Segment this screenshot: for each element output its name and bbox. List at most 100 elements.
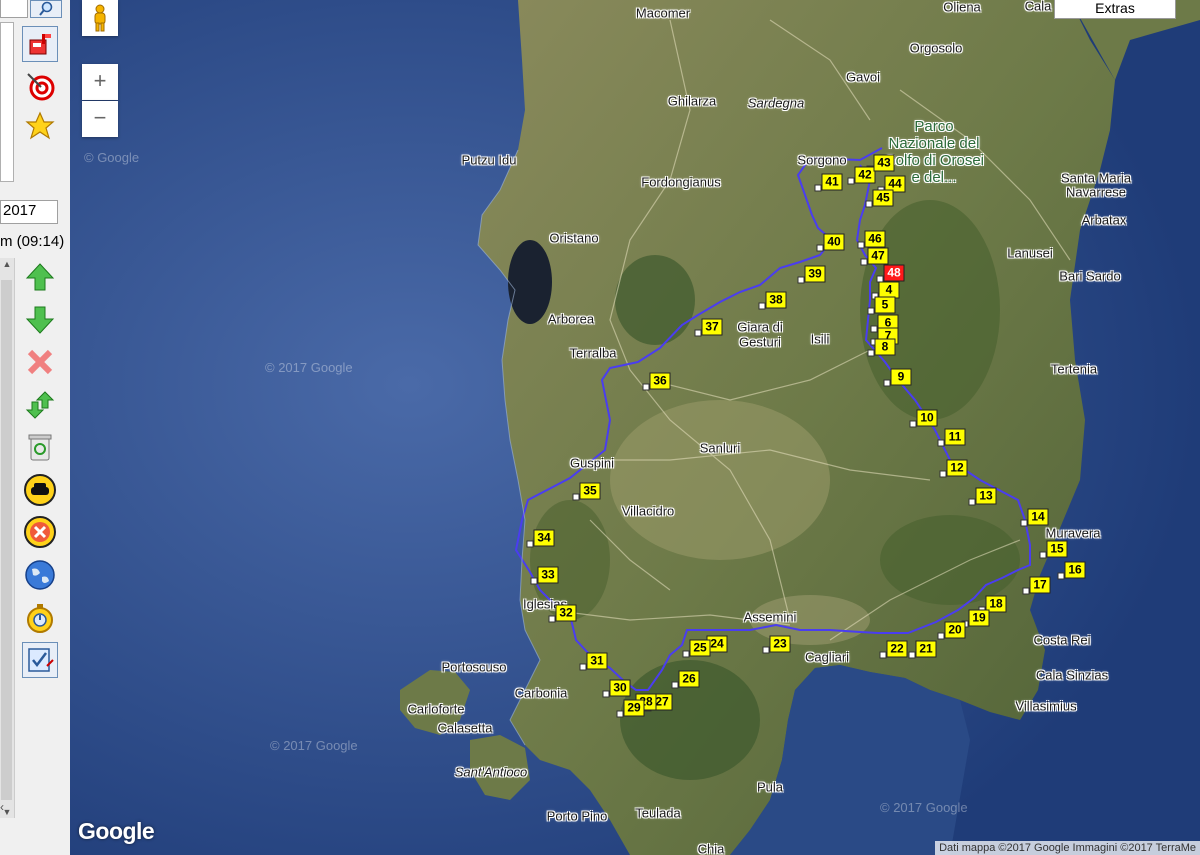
route-marker[interactable]: 38 [765, 291, 787, 309]
route-marker[interactable]: 39 [804, 265, 826, 283]
route-waypoint[interactable] [1057, 572, 1065, 580]
route-marker[interactable]: 8 [874, 338, 896, 356]
route-marker[interactable]: 17 [1029, 576, 1051, 594]
route-waypoint[interactable] [526, 540, 534, 548]
zoom-in-button[interactable]: + [82, 64, 118, 100]
route-marker[interactable]: 42 [854, 166, 876, 184]
route-marker[interactable]: 5 [874, 296, 896, 314]
route-waypoint[interactable] [879, 651, 887, 659]
route-waypoint[interactable] [762, 646, 770, 654]
car-button[interactable] [22, 472, 58, 508]
route-waypoint[interactable] [616, 710, 624, 718]
place-label: Navarrese [1066, 184, 1126, 200]
route-marker[interactable]: 30 [609, 679, 631, 697]
route-marker[interactable]: 16 [1064, 561, 1086, 579]
route-waypoint[interactable] [937, 439, 945, 447]
route-marker[interactable]: 37 [701, 318, 723, 336]
route-marker[interactable]: 19 [968, 609, 990, 627]
route-waypoint[interactable] [937, 632, 945, 640]
route-marker[interactable]: 12 [946, 459, 968, 477]
favorite-button[interactable] [22, 108, 58, 144]
map-attribution[interactable]: Dati mappa ©2017 Google Immagini ©2017 T… [935, 841, 1200, 855]
route-waypoint[interactable] [602, 690, 610, 698]
route-waypoint[interactable] [870, 325, 878, 333]
route-marker[interactable]: 35 [579, 482, 601, 500]
map-viewport[interactable]: Oliena Cala Macomer Orgosolo Gavoi Ghilarza Sa… [70, 0, 1200, 855]
route-waypoint[interactable] [857, 241, 865, 249]
route-waypoint[interactable] [1039, 551, 1047, 559]
list-scrollbar[interactable]: ▲ ▼ [0, 258, 15, 818]
route-marker[interactable]: 11 [944, 428, 966, 446]
route-waypoint[interactable] [572, 493, 580, 501]
route-waypoint[interactable] [908, 651, 916, 659]
place-label: Pula [756, 779, 784, 795]
route-marker[interactable]: 31 [586, 652, 608, 670]
route-marker[interactable]: 20 [944, 621, 966, 639]
route-waypoint[interactable] [867, 349, 875, 357]
search-button[interactable] [30, 0, 62, 18]
globe-button[interactable] [22, 557, 58, 593]
route-marker[interactable]: 23 [769, 635, 791, 653]
route-waypoint[interactable] [814, 184, 822, 192]
move-up-button[interactable] [22, 259, 58, 295]
route-waypoint[interactable] [642, 383, 650, 391]
route-waypoint[interactable] [1022, 587, 1030, 595]
route-waypoint[interactable] [530, 577, 538, 585]
route-waypoint[interactable] [968, 498, 976, 506]
route-waypoint[interactable] [1020, 519, 1028, 527]
route-marker-current[interactable]: 48 [883, 264, 905, 282]
route-marker[interactable]: 32 [555, 604, 577, 622]
route-marker[interactable]: 33 [537, 566, 559, 584]
route-marker[interactable]: 13 [975, 487, 997, 505]
route-marker[interactable]: 34 [533, 529, 555, 547]
delete-button[interactable] [22, 344, 58, 380]
route-marker[interactable]: 14 [1027, 508, 1049, 526]
scroll-up-arrow[interactable]: ▲ [1, 258, 13, 270]
checklist-button[interactable] [22, 642, 58, 678]
route-waypoint[interactable] [883, 379, 891, 387]
scroll-thumb[interactable] [1, 280, 12, 800]
route-marker[interactable]: 15 [1046, 540, 1068, 558]
recycle-bin-button[interactable] [22, 429, 58, 465]
target-button[interactable] [22, 68, 58, 104]
route-marker[interactable]: 46 [864, 230, 886, 248]
route-waypoint[interactable] [909, 420, 917, 428]
route-waypoint[interactable] [548, 615, 556, 623]
route-waypoint[interactable] [867, 307, 875, 315]
route-marker[interactable]: 47 [867, 247, 889, 265]
move-down-button[interactable] [22, 302, 58, 338]
route-waypoint[interactable] [939, 470, 947, 478]
extras-button[interactable]: Extras [1054, 0, 1176, 19]
route-marker[interactable]: 43 [873, 154, 895, 172]
route-marker[interactable]: 41 [821, 173, 843, 191]
route-marker[interactable]: 26 [678, 670, 700, 688]
route-waypoint[interactable] [758, 302, 766, 310]
route-marker[interactable]: 10 [916, 409, 938, 427]
date-field[interactable]: 2017 [0, 200, 58, 224]
zoom-out-button[interactable]: − [82, 101, 118, 137]
route-waypoint[interactable] [682, 650, 690, 658]
route-marker[interactable]: 36 [649, 372, 671, 390]
route-marker[interactable]: 25 [689, 639, 711, 657]
top-input-field[interactable] [0, 0, 28, 18]
route-waypoint[interactable] [671, 681, 679, 689]
route-waypoint[interactable] [816, 244, 824, 252]
route-waypoint[interactable] [847, 177, 855, 185]
route-marker[interactable]: 21 [915, 640, 937, 658]
cancel-button[interactable] [22, 514, 58, 550]
route-marker[interactable]: 45 [872, 189, 894, 207]
route-marker[interactable]: 22 [886, 640, 908, 658]
route-waypoint[interactable] [865, 200, 873, 208]
checklist-icon [28, 648, 54, 672]
stopwatch-button[interactable] [22, 600, 58, 636]
route-marker[interactable]: 29 [623, 699, 645, 717]
route-waypoint[interactable] [579, 663, 587, 671]
mailbox-button[interactable] [22, 26, 58, 62]
swap-button[interactable] [22, 387, 58, 423]
route-marker[interactable]: 9 [890, 368, 912, 386]
street-view-pegman-button[interactable] [82, 0, 118, 36]
route-waypoint[interactable] [694, 329, 702, 337]
route-waypoint[interactable] [797, 276, 805, 284]
route-waypoint[interactable] [860, 258, 868, 266]
route-marker[interactable]: 40 [823, 233, 845, 251]
